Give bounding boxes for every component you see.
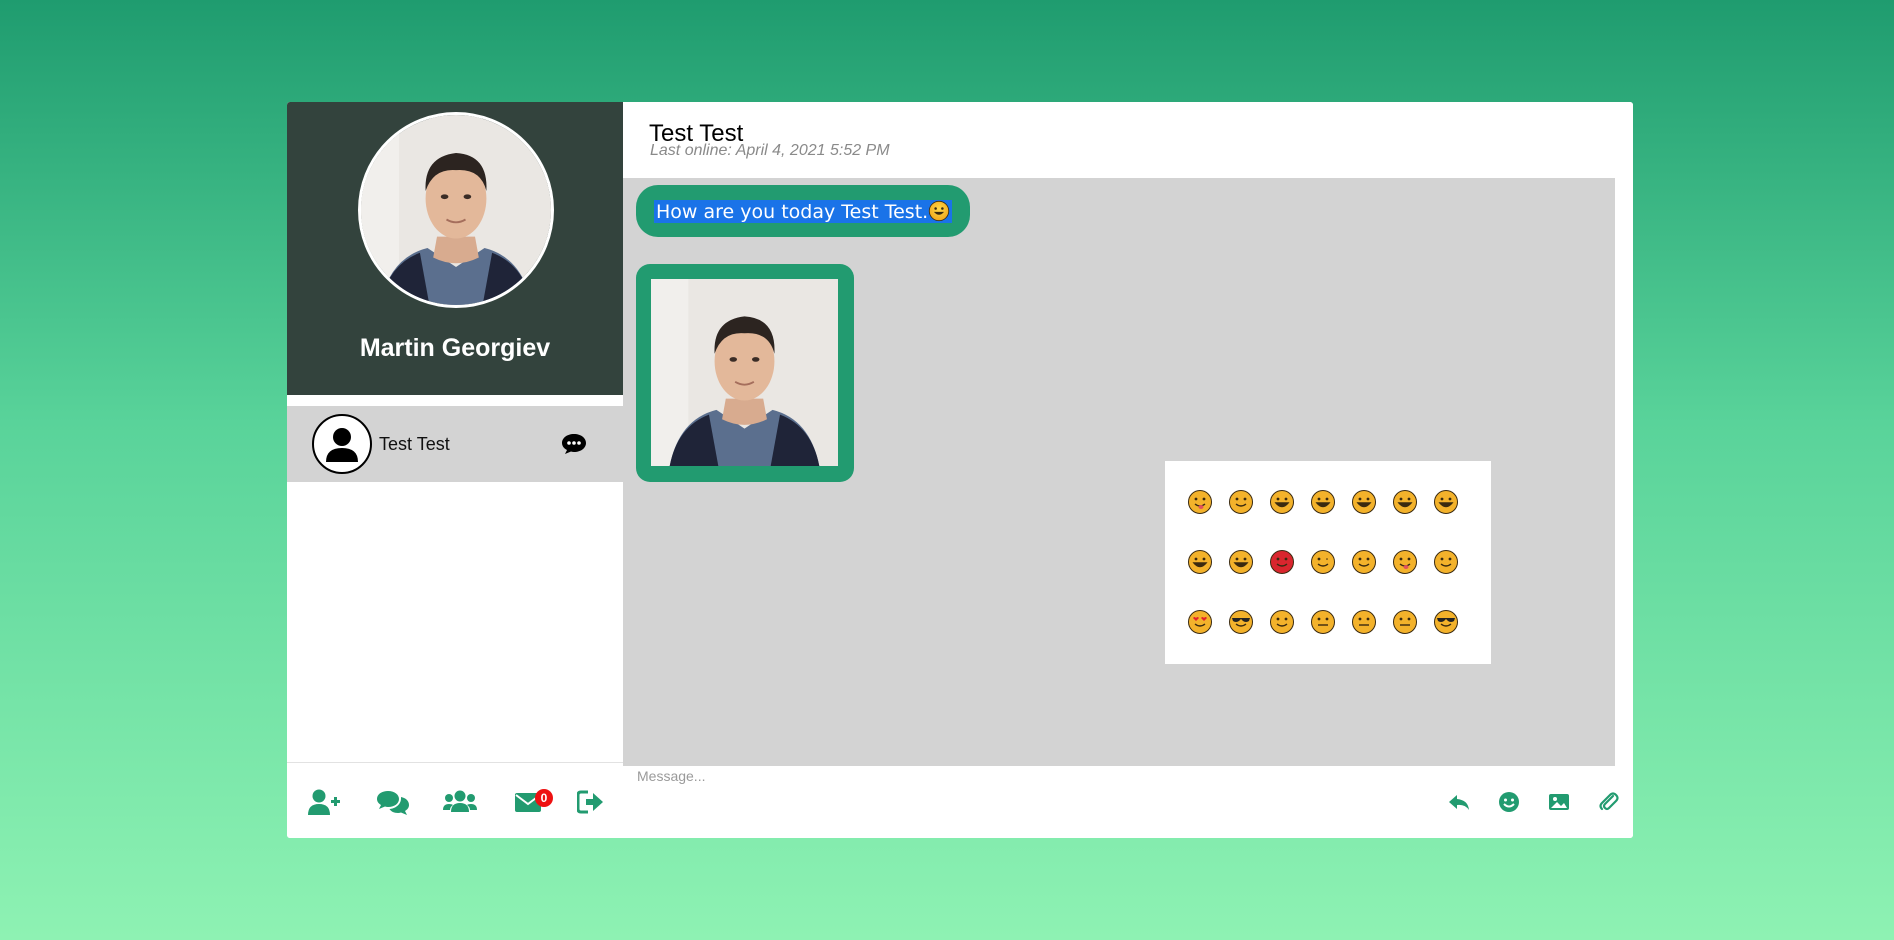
- grinning-face-emoji-icon: [929, 200, 950, 221]
- emoji-option-icon[interactable]: [1310, 549, 1336, 575]
- message-input[interactable]: [633, 766, 1341, 786]
- chat-bubble-icon[interactable]: [561, 433, 587, 455]
- emoji-option-icon[interactable]: [1310, 609, 1336, 635]
- smile-icon[interactable]: [1497, 790, 1521, 814]
- emoji-option-icon[interactable]: [1433, 609, 1459, 635]
- emoji-option-icon[interactable]: [1269, 489, 1295, 515]
- emoji-option-icon[interactable]: [1187, 489, 1213, 515]
- contact-avatar: [312, 414, 372, 474]
- sidebar-footer: 0: [287, 762, 623, 838]
- chat-app-window: Martin Georgiev Test Test 0 Test Test La…: [287, 102, 1633, 838]
- emoji-option-icon[interactable]: [1228, 489, 1254, 515]
- emoji-picker: [1165, 461, 1491, 664]
- emoji-option-icon[interactable]: [1228, 549, 1254, 575]
- image-icon[interactable]: [1547, 790, 1571, 814]
- message-text: How are you today Test Test.: [654, 199, 953, 223]
- add-user-icon[interactable]: [307, 788, 341, 816]
- groups-icon[interactable]: [443, 788, 477, 816]
- emoji-option-icon[interactable]: [1351, 489, 1377, 515]
- contact-name: Test Test: [379, 434, 450, 454]
- profile-header: Martin Georgiev: [287, 102, 623, 395]
- emoji-option-icon[interactable]: [1351, 609, 1377, 635]
- emoji-option-icon[interactable]: [1392, 549, 1418, 575]
- emoji-option-icon[interactable]: [1269, 549, 1295, 575]
- emoji-option-icon[interactable]: [1269, 609, 1295, 635]
- image-message[interactable]: [636, 264, 854, 482]
- chat-header: Test Test Last online: April 4, 2021 5:5…: [623, 102, 1633, 178]
- emoji-option-icon[interactable]: [1351, 549, 1377, 575]
- conversations-icon[interactable]: [376, 788, 410, 816]
- emoji-option-icon[interactable]: [1228, 609, 1254, 635]
- profile-photo: [361, 115, 551, 305]
- message-bubble: How are you today Test Test.: [636, 185, 971, 237]
- message-composer: [623, 766, 1633, 838]
- sidebar: Martin Georgiev Test Test 0: [287, 102, 624, 838]
- user-icon: [326, 428, 358, 462]
- contact-item[interactable]: Test Test: [287, 406, 623, 482]
- emoji-option-icon[interactable]: [1392, 609, 1418, 635]
- emoji-option-icon[interactable]: [1433, 489, 1459, 515]
- reply-icon[interactable]: [1447, 790, 1471, 814]
- unread-count-badge: 0: [535, 789, 553, 807]
- image-message-photo[interactable]: [651, 279, 838, 466]
- person-photo: [651, 279, 838, 466]
- emoji-option-icon[interactable]: [1310, 489, 1336, 515]
- profile-avatar: [358, 112, 554, 308]
- emoji-option-icon[interactable]: [1433, 549, 1459, 575]
- profile-name: Martin Georgiev: [359, 334, 551, 362]
- emoji-option-icon[interactable]: [1187, 549, 1213, 575]
- last-online-status: Last online: April 4, 2021 5:52 PM: [650, 142, 890, 159]
- logout-icon[interactable]: [577, 788, 611, 816]
- emoji-option-icon[interactable]: [1187, 609, 1213, 635]
- paperclip-icon[interactable]: [1597, 790, 1621, 814]
- emoji-option-icon[interactable]: [1392, 489, 1418, 515]
